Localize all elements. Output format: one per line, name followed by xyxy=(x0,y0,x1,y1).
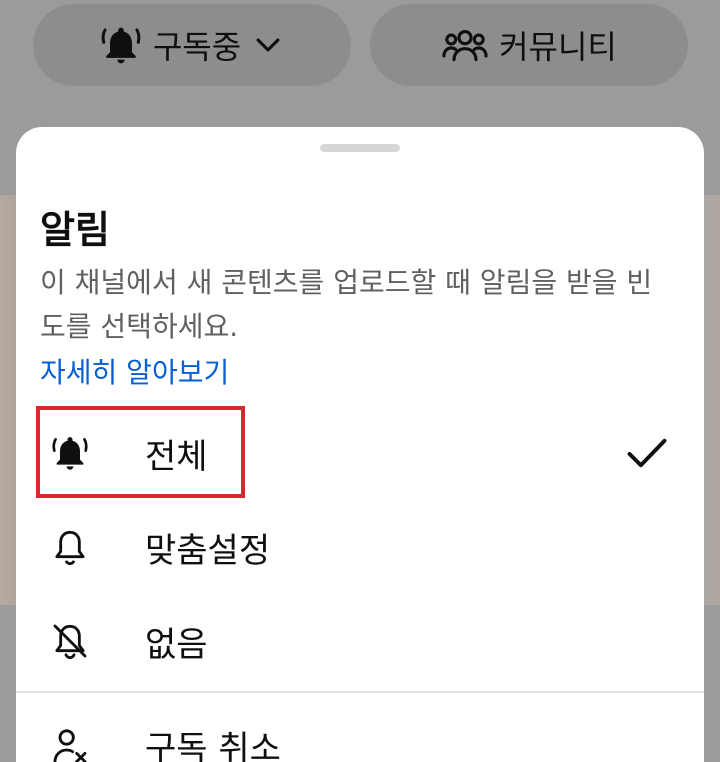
option-all-label: 전체 xyxy=(145,436,208,477)
option-custom-label: 맞춤설정 xyxy=(145,530,271,571)
option-custom[interactable]: 맞춤설정 xyxy=(16,499,704,595)
unsubscribe-label: 구독 취소 xyxy=(145,728,281,762)
drag-handle[interactable] xyxy=(320,144,400,152)
notification-bottom-sheet: 알림 이 채널에서 새 콘텐츠를 업로드할 때 알림을 받을 빈도를 선택하세요… xyxy=(16,127,704,762)
bell-ringing-icon xyxy=(99,23,143,67)
bell-off-icon xyxy=(50,621,90,661)
unsubscribe-button[interactable]: 구독 취소 xyxy=(16,697,704,762)
community-label: 커뮤니티 xyxy=(499,28,617,66)
checkmark-icon xyxy=(626,435,668,471)
chevron-down-icon xyxy=(251,28,285,62)
community-button[interactable]: 커뮤니티 xyxy=(370,4,688,86)
subscribed-button[interactable]: 구독중 xyxy=(33,4,351,86)
sheet-description: 이 채널에서 새 콘텐츠를 업로드할 때 알림을 받을 빈도를 선택하세요. xyxy=(40,266,653,343)
subscribed-label: 구독중 xyxy=(152,28,242,66)
learn-more-link[interactable]: 자세히 알아보기 xyxy=(40,351,229,391)
person-remove-icon xyxy=(50,725,90,762)
sheet-title: 알림 xyxy=(40,208,110,252)
option-all[interactable]: 전체 xyxy=(16,405,704,501)
option-none-label: 없음 xyxy=(145,624,208,665)
divider xyxy=(16,691,704,693)
option-none[interactable]: 없음 xyxy=(16,593,704,689)
bell-icon xyxy=(50,527,90,567)
people-icon xyxy=(441,23,489,67)
bell-ringing-icon xyxy=(50,433,90,473)
